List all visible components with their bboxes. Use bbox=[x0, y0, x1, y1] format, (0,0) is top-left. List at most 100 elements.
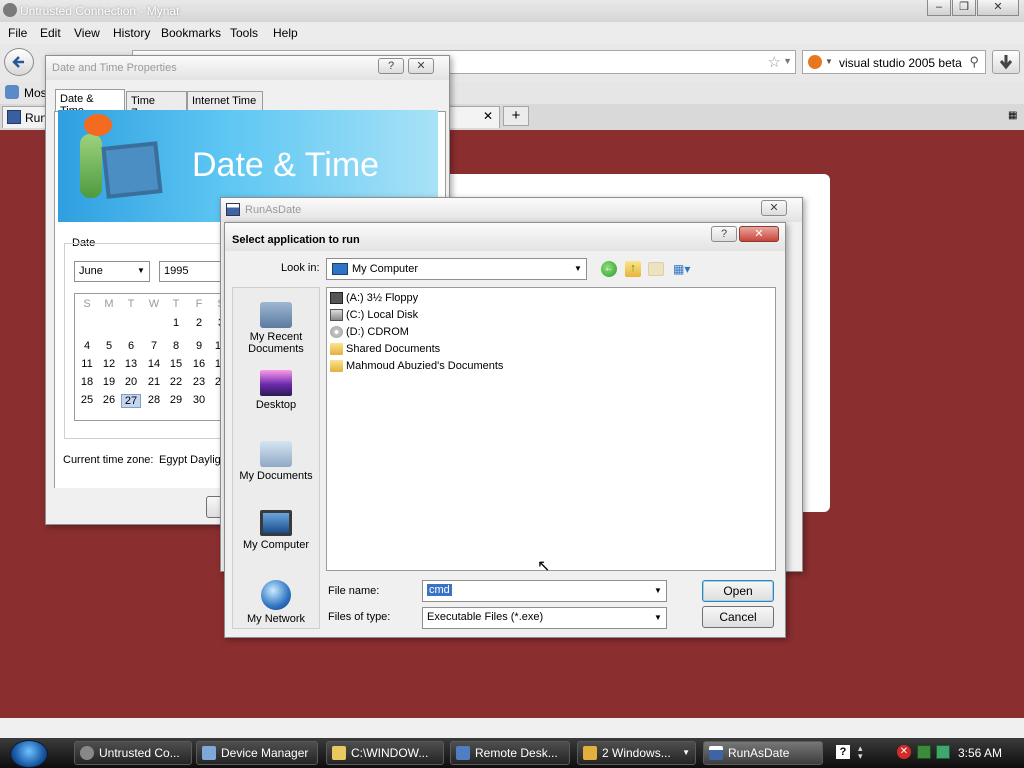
calendar-day[interactable]: 25 bbox=[77, 394, 97, 406]
views-menu-icon[interactable]: ▦▾ bbox=[673, 262, 695, 276]
calendar-day[interactable]: 30 bbox=[189, 394, 209, 406]
place-my-documents[interactable]: My Documents bbox=[231, 441, 321, 482]
close-button[interactable]: ✕ bbox=[761, 200, 787, 216]
search-input[interactable]: visual studio 2005 beta bbox=[839, 56, 962, 70]
back-button[interactable] bbox=[4, 48, 34, 76]
help-button[interactable]: ? bbox=[378, 58, 404, 74]
dialog-title: Select application to run bbox=[232, 234, 360, 246]
minimize-button[interactable]: – bbox=[927, 0, 951, 16]
new-tab-button[interactable]: + bbox=[503, 106, 529, 126]
network-tray-icon[interactable] bbox=[917, 745, 931, 759]
calendar-day[interactable]: 28 bbox=[144, 394, 164, 406]
calendar-day[interactable]: 19 bbox=[99, 376, 119, 388]
calendar-day[interactable]: 15 bbox=[166, 358, 186, 370]
calendar-day[interactable]: 7 bbox=[144, 340, 164, 352]
month-select[interactable]: June ▼ bbox=[74, 261, 150, 282]
chevron-down-icon[interactable]: ▼ bbox=[650, 581, 666, 601]
back-icon[interactable]: ← bbox=[601, 261, 617, 277]
calendar-day[interactable]: 29 bbox=[166, 394, 186, 406]
menu-tools[interactable]: Tools bbox=[230, 26, 258, 40]
calendar-day[interactable]: 27 bbox=[121, 394, 141, 408]
calendar-day[interactable]: 1 bbox=[166, 317, 186, 329]
start-button[interactable] bbox=[10, 740, 48, 768]
calendar-day[interactable]: 16 bbox=[189, 358, 209, 370]
calendar-day[interactable]: 20 bbox=[121, 376, 141, 388]
close-button[interactable]: ✕ bbox=[408, 58, 434, 74]
calendar-day[interactable]: 11 bbox=[77, 358, 97, 370]
calendar-day[interactable]: 18 bbox=[77, 376, 97, 388]
tray-expand-icon[interactable]: ▴ ▾ bbox=[858, 744, 863, 761]
place-my-recent-documents[interactable]: My Recent Documents bbox=[231, 302, 321, 355]
search-engine-icon[interactable] bbox=[808, 55, 822, 69]
help-button[interactable]: ? bbox=[711, 226, 737, 242]
search-engine-dropdown-icon[interactable]: ▼ bbox=[825, 57, 833, 66]
taskbar-item-browser[interactable]: Untrusted Co... bbox=[74, 741, 192, 765]
calendar-day[interactable]: 22 bbox=[166, 376, 186, 388]
look-in-label: Look in: bbox=[281, 262, 320, 274]
file-item-floppy[interactable]: (A:) 3½ Floppy bbox=[330, 290, 418, 306]
browser-tab-active[interactable]: Run bbox=[2, 106, 48, 128]
file-item-local-disk[interactable]: (C:) Local Disk bbox=[330, 307, 418, 323]
calendar-day[interactable]: 14 bbox=[144, 358, 164, 370]
calendar-day[interactable]: 4 bbox=[77, 340, 97, 352]
tab-time-zone[interactable]: Time Zone bbox=[126, 91, 187, 119]
calendar-day[interactable]: 12 bbox=[99, 358, 119, 370]
place-my-network[interactable]: My Network bbox=[231, 580, 321, 625]
tab-internet-time[interactable]: Internet Time bbox=[187, 91, 263, 111]
close-button[interactable]: ✕ bbox=[977, 0, 1019, 16]
menu-edit[interactable]: Edit bbox=[40, 26, 61, 40]
taskbar-item-runasdate[interactable]: RunAsDate bbox=[703, 741, 823, 765]
security-alert-icon[interactable]: ✕ bbox=[897, 745, 911, 759]
calendar-day[interactable]: 9 bbox=[189, 340, 209, 352]
restore-button[interactable]: ❐ bbox=[952, 0, 976, 16]
search-bar[interactable]: ▼ visual studio 2005 beta ⚲ bbox=[802, 50, 986, 74]
tab-list-icon[interactable]: ▦ bbox=[1008, 110, 1017, 121]
look-in-select[interactable]: My Computer ▼ bbox=[326, 258, 587, 280]
calendar-day[interactable]: 26 bbox=[99, 394, 119, 406]
my-computer-icon bbox=[260, 510, 292, 536]
system-clock[interactable]: 3:56 AM bbox=[958, 746, 1002, 760]
taskbar-item-windows-group[interactable]: 2 Windows... ▼ bbox=[577, 741, 696, 765]
place-desktop[interactable]: Desktop bbox=[231, 370, 321, 411]
menu-file[interactable]: File bbox=[8, 26, 27, 40]
cancel-button[interactable]: Cancel bbox=[702, 606, 774, 628]
chevron-down-icon: ▼ bbox=[137, 266, 145, 275]
menu-view[interactable]: View bbox=[74, 26, 100, 40]
url-dropdown-icon[interactable]: ▼ bbox=[783, 56, 792, 66]
calendar-day[interactable]: 21 bbox=[144, 376, 164, 388]
bookmark-star-icon[interactable]: ☆ bbox=[768, 53, 781, 71]
close-button[interactable]: ✕ bbox=[739, 226, 779, 242]
taskbar-item-remote-desktop[interactable]: Remote Desk... bbox=[450, 741, 570, 765]
file-type-select[interactable]: Executable Files (*.exe) ▼ bbox=[422, 607, 667, 629]
menu-history[interactable]: History bbox=[113, 26, 150, 40]
menu-help[interactable]: Help bbox=[273, 26, 298, 40]
calendar-day[interactable]: 13 bbox=[121, 358, 141, 370]
photo-frame-icon bbox=[101, 141, 163, 199]
menu-bookmarks[interactable]: Bookmarks bbox=[161, 26, 221, 40]
download-button[interactable] bbox=[992, 50, 1020, 74]
calendar-day[interactable]: 5 bbox=[99, 340, 119, 352]
calendar-day[interactable]: 2 bbox=[189, 317, 209, 329]
help-tray-icon[interactable]: ? bbox=[836, 745, 850, 759]
new-folder-icon[interactable] bbox=[648, 262, 664, 276]
display-tray-icon[interactable] bbox=[936, 745, 950, 759]
open-button[interactable]: Open bbox=[702, 580, 774, 602]
tab-date-time[interactable]: Date & Time bbox=[55, 89, 125, 117]
calendar-day[interactable]: 6 bbox=[121, 340, 141, 352]
folder-group-icon bbox=[583, 746, 597, 760]
taskbar-item-device-manager[interactable]: Device Manager bbox=[196, 741, 318, 765]
bookmark-item[interactable]: Mos bbox=[24, 86, 47, 100]
tab-close-icon[interactable]: ✕ bbox=[483, 109, 493, 123]
file-item-shared-documents[interactable]: Shared Documents bbox=[330, 341, 440, 357]
calendar-day[interactable]: 23 bbox=[189, 376, 209, 388]
calendar-day[interactable]: 8 bbox=[166, 340, 186, 352]
file-name-input[interactable]: cmd ▼ bbox=[422, 580, 667, 602]
search-icon[interactable]: ⚲ bbox=[969, 54, 979, 70]
file-item-user-documents[interactable]: Mahmoud Abuzied's Documents bbox=[330, 358, 503, 374]
up-folder-icon[interactable]: ↑ bbox=[625, 261, 641, 277]
browser-status-area bbox=[0, 718, 1024, 738]
place-my-computer[interactable]: My Computer bbox=[231, 510, 321, 551]
taskbar-item-windows-explorer[interactable]: C:\WINDOW... bbox=[326, 741, 444, 765]
file-item-cdrom[interactable]: (D:) CDROM bbox=[330, 324, 409, 340]
browser-tab-2[interactable]: ✕ bbox=[446, 106, 500, 128]
